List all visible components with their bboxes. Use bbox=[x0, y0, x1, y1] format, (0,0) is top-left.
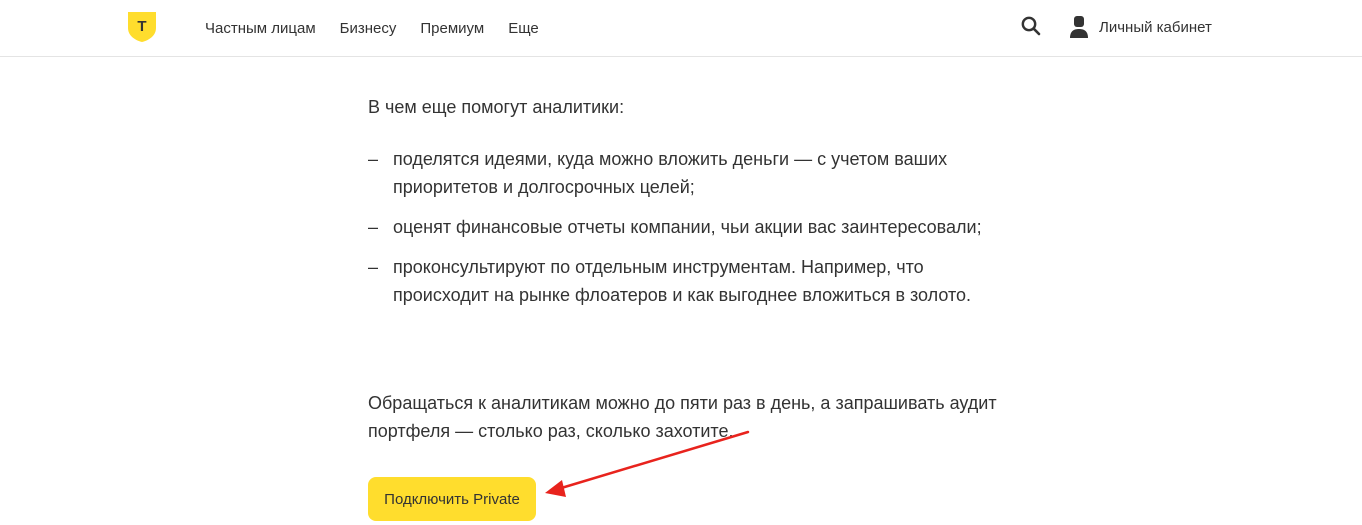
search-icon[interactable] bbox=[1020, 15, 1042, 37]
article-intro: В чем еще помогут аналитики: bbox=[368, 97, 625, 117]
connect-private-button[interactable]: Подключить Private bbox=[368, 477, 536, 521]
list-item-text: поделятся идеями, куда можно вложить ден… bbox=[393, 149, 948, 197]
main-nav: Частным лицам Бизнесу Премиум Еще bbox=[205, 0, 563, 56]
site-header: Т Частным лицам Бизнесу Премиум Еще Личн… bbox=[0, 0, 1362, 57]
list-dash: – bbox=[368, 257, 379, 277]
list-item: – проконсультируют по отдельным инструме… bbox=[368, 253, 1008, 309]
list-item: – поделятся идеями, куда можно вложить д… bbox=[368, 145, 1008, 201]
list-item-text: проконсультируют по отдельным инструмент… bbox=[393, 257, 972, 305]
list-item-text: оценят финансовые отчеты компании, чьи а… bbox=[393, 217, 982, 237]
logo-letter: Т bbox=[137, 18, 146, 35]
nav-item-premium[interactable]: Премиум bbox=[420, 20, 484, 37]
benefits-list: – поделятся идеями, куда можно вложить д… bbox=[368, 145, 1008, 321]
nav-item-business[interactable]: Бизнесу bbox=[340, 20, 397, 37]
list-dash: – bbox=[368, 217, 379, 237]
nav-item-more[interactable]: Еще bbox=[508, 20, 539, 37]
user-icon bbox=[1070, 16, 1088, 38]
nav-item-private[interactable]: Частным лицам bbox=[205, 20, 316, 37]
tbank-shield-logo-icon[interactable]: Т bbox=[127, 11, 157, 43]
article-outro: Обращаться к аналитикам можно до пяти ра… bbox=[368, 393, 997, 441]
page: и от каких стоит отказаться. В чем еще п… bbox=[0, 0, 1362, 525]
account-link[interactable]: Личный кабинет bbox=[1069, 13, 1212, 41]
list-item: – оценят финансовые отчеты компании, чьи… bbox=[368, 213, 1008, 241]
list-dash: – bbox=[368, 149, 379, 169]
account-label: Личный кабинет bbox=[1099, 18, 1212, 36]
